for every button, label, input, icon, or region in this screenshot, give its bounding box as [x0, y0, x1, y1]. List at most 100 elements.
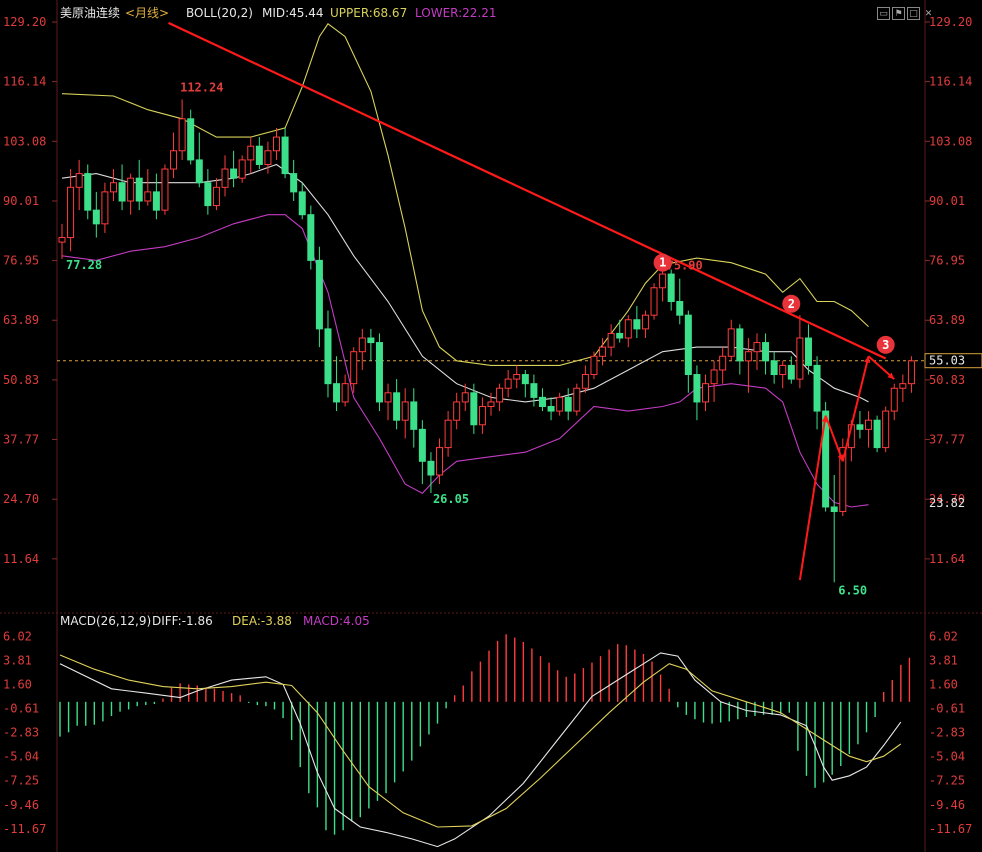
candle-up	[556, 396, 564, 412]
low-3-label: 6.50	[838, 583, 867, 597]
candle-down	[427, 460, 435, 476]
candle-up	[212, 186, 220, 207]
candle-down	[770, 360, 778, 376]
macd-diff-value: DIFF:-1.86	[152, 614, 213, 628]
candle-up	[109, 182, 117, 193]
candle-down	[762, 342, 770, 362]
close-icon[interactable]: ✕	[922, 7, 935, 20]
right-price-tick: 37.77	[929, 433, 965, 447]
candle-up	[341, 383, 349, 403]
left-macd-tick: -9.46	[3, 798, 39, 812]
candle-down	[84, 173, 92, 211]
candle-down	[393, 392, 401, 421]
high-1-label: 112.24	[180, 80, 223, 94]
right-macd-tick: -7.25	[929, 774, 965, 788]
candle-down	[255, 145, 263, 165]
candle-down	[307, 214, 315, 261]
candle-up	[590, 355, 598, 376]
symbol-name: 美原油连续	[60, 5, 120, 20]
right-macd-tick: 6.02	[929, 629, 958, 643]
right-macd-tick: -5.04	[929, 750, 965, 764]
candle-up	[444, 419, 452, 449]
candle-up	[127, 177, 135, 202]
candle-up	[58, 237, 66, 243]
candle-down	[873, 419, 881, 449]
candle-up	[796, 337, 804, 380]
flag-icon[interactable]: ⚑	[892, 7, 905, 20]
high-2-label: 75.90	[667, 258, 703, 272]
candle-up	[573, 387, 581, 412]
trend-line	[168, 21, 887, 360]
candle-down	[538, 396, 546, 408]
maximize-icon[interactable]: □	[907, 7, 920, 20]
restore-icon[interactable]: ▭	[877, 7, 890, 20]
left-price-tick: 37.77	[3, 433, 39, 447]
left-macd-tick: -0.61	[3, 701, 39, 715]
candle-up	[641, 314, 649, 330]
low-2-label: 26.05	[433, 492, 469, 506]
candle-up	[659, 273, 667, 289]
candle-down	[187, 118, 195, 161]
macd-label: MACD(26,12,9)	[60, 614, 151, 628]
candle-down	[667, 273, 675, 302]
candle-up	[865, 419, 873, 430]
current-price-label: 55.03	[929, 354, 965, 368]
left-price-tick: 76.95	[3, 254, 39, 268]
boll-upper-value: UPPER:68.67	[330, 6, 407, 20]
candle-up	[264, 150, 272, 165]
candle-up	[221, 168, 229, 188]
candle-down	[547, 406, 555, 412]
candle-up	[882, 410, 890, 449]
lower-band-price-label: 23.82	[929, 496, 965, 510]
boll-upper-line	[61, 23, 869, 366]
low-1-label: 77.28	[66, 258, 102, 272]
chart-frame	[0, 0, 982, 852]
boll-label: BOLL(20,2)	[186, 6, 253, 20]
candle-down	[195, 159, 203, 184]
right-price-tick: 63.89	[929, 313, 965, 327]
price-path-arrow	[798, 415, 827, 581]
candle-up	[247, 145, 255, 161]
candle-down	[804, 337, 812, 366]
left-macd-tick: -7.25	[3, 774, 39, 788]
candle-up	[581, 374, 589, 389]
left-macd-tick: -2.83	[3, 726, 39, 740]
candle-up	[401, 401, 409, 421]
candle-up	[67, 186, 75, 239]
candle-down	[830, 506, 838, 513]
left-macd-tick: 6.02	[3, 629, 32, 643]
right-price-tick: 50.83	[929, 373, 965, 387]
left-price-tick: 116.14	[3, 75, 46, 89]
candle-down	[521, 374, 529, 385]
boll-bands	[61, 23, 869, 508]
left-macd-tick: -5.04	[3, 750, 39, 764]
candle-down	[375, 342, 383, 403]
candle-down	[736, 328, 744, 362]
candle-down	[230, 168, 238, 179]
right-price-tick: 11.64	[929, 552, 965, 566]
boll-mid-line	[61, 163, 869, 403]
candle-up	[436, 447, 444, 476]
candle-up	[779, 364, 787, 376]
macd-bar-value: MACD:4.05	[303, 614, 370, 628]
chart-annotations: 112.24 77.28 26.05 75.90 6.50 1 2 3	[66, 21, 895, 597]
candle-down	[281, 136, 289, 175]
right-price-tick: 129.20	[929, 15, 972, 29]
period-label[interactable]: <月线>	[125, 6, 169, 20]
right-macd-tick: 3.81	[929, 653, 958, 667]
candle-down	[693, 374, 701, 403]
left-price-tick: 50.83	[3, 373, 39, 387]
candle-up	[358, 337, 366, 353]
candle-up	[496, 387, 504, 403]
candle-up	[75, 173, 83, 188]
candle-up	[101, 191, 109, 225]
left-price-tick: 129.20	[3, 15, 46, 29]
candle-up	[273, 136, 280, 152]
candle-down	[470, 392, 478, 426]
candle-down	[410, 401, 418, 430]
candle-up	[899, 383, 907, 389]
price-axes: 129.20 129.20 116.14 116.14 103.08 103.08 90.0…	[3, 15, 982, 836]
candle-up	[384, 392, 392, 403]
right-macd-tick: 1.60	[929, 677, 958, 691]
candle-up	[890, 387, 898, 412]
